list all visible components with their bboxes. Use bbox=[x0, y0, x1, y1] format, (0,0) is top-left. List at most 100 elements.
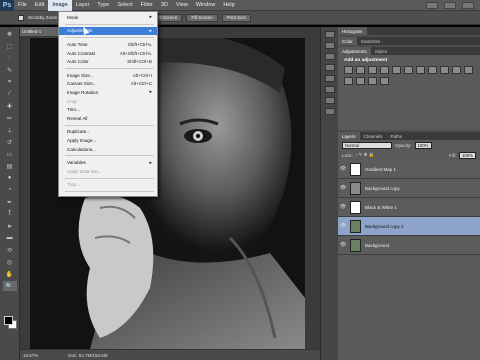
curves-icon[interactable] bbox=[368, 66, 377, 74]
panel-character-icon[interactable] bbox=[324, 75, 335, 82]
layer-row[interactable]: 👁 Background bbox=[338, 236, 480, 255]
visibility-eye-icon[interactable]: 👁 bbox=[338, 204, 348, 210]
clone-stamp-tool-icon[interactable]: ⊥ bbox=[3, 125, 17, 135]
menu-item-adjustments[interactable]: Adjustments ▸ bbox=[59, 26, 157, 36]
gradient-map-icon[interactable] bbox=[368, 77, 377, 85]
vibrance-icon[interactable] bbox=[392, 66, 401, 74]
menu-layer[interactable]: Layer bbox=[72, 0, 94, 11]
crop-tool-icon[interactable]: ⌗ bbox=[3, 77, 17, 87]
color-balance-icon[interactable] bbox=[416, 66, 425, 74]
black-white-icon[interactable] bbox=[428, 66, 437, 74]
channel-mixer-icon[interactable] bbox=[452, 66, 461, 74]
dodge-tool-icon[interactable]: ◔ bbox=[3, 185, 17, 195]
document-tab[interactable]: Untitled-1 bbox=[20, 27, 60, 36]
opacity-field[interactable]: 100% bbox=[414, 141, 432, 149]
panel-paragraph-icon[interactable] bbox=[324, 86, 335, 93]
invert-icon[interactable] bbox=[464, 66, 473, 74]
hand-tool-icon[interactable]: ✋ bbox=[3, 269, 17, 279]
menu-edit[interactable]: Edit bbox=[31, 0, 48, 11]
fill-field[interactable]: 100% bbox=[459, 151, 476, 159]
tab-color[interactable]: Color bbox=[338, 37, 357, 45]
tab-adjustments[interactable]: Adjustments bbox=[338, 47, 371, 55]
panel-history-icon[interactable] bbox=[324, 31, 335, 38]
menu-file[interactable]: File bbox=[14, 0, 31, 11]
print-size-button[interactable]: Print Size bbox=[221, 13, 251, 22]
menu-view[interactable]: View bbox=[172, 0, 192, 11]
tab-layers[interactable]: Layers bbox=[338, 132, 360, 140]
menu-item-canvas-size[interactable]: Canvas Size... Alt+Ctrl+C bbox=[59, 80, 157, 89]
hue-saturation-icon[interactable] bbox=[404, 66, 413, 74]
menu-item-trim[interactable]: Trim... bbox=[59, 105, 157, 114]
3d-rotate-tool-icon[interactable]: ⟲ bbox=[3, 245, 17, 255]
visibility-eye-icon[interactable]: 👁 bbox=[338, 242, 348, 248]
visibility-eye-icon[interactable]: 👁 bbox=[338, 185, 348, 191]
menu-item-analysis[interactable]: Analysis ▸ bbox=[59, 194, 157, 203]
menu-item-auto-contrast[interactable]: Auto Contrast Alt+Shift+Ctrl+L bbox=[59, 49, 157, 58]
eyedropper-tool-icon[interactable]: ⁄ bbox=[3, 89, 17, 99]
menu-select[interactable]: Select bbox=[113, 0, 136, 11]
panel-3d-icon[interactable] bbox=[324, 97, 335, 104]
blur-tool-icon[interactable]: ● bbox=[3, 173, 17, 183]
quick-select-tool-icon[interactable]: ✎ bbox=[3, 65, 17, 75]
move-tool-icon[interactable]: ✥ bbox=[3, 29, 17, 39]
shape-tool-icon[interactable]: ▬ bbox=[3, 233, 17, 243]
menu-item-mode[interactable]: Mode ▸ bbox=[59, 13, 157, 22]
tab-swatches[interactable]: Swatches bbox=[357, 37, 385, 45]
posterize-icon[interactable] bbox=[344, 77, 353, 85]
maximize-button[interactable] bbox=[444, 1, 456, 9]
tab-styles[interactable]: Styles bbox=[371, 47, 391, 55]
levels-icon[interactable] bbox=[356, 66, 365, 74]
zoom-tool-icon[interactable]: 🔍 bbox=[2, 281, 17, 291]
tab-paths[interactable]: Paths bbox=[387, 132, 407, 140]
menu-type[interactable]: Type bbox=[93, 0, 113, 11]
menu-window[interactable]: Window bbox=[192, 0, 220, 11]
minimize-button[interactable] bbox=[426, 1, 438, 9]
healing-brush-tool-icon[interactable]: ✚ bbox=[3, 101, 17, 111]
panel-clone-source-icon[interactable] bbox=[324, 64, 335, 71]
panel-brushes-icon[interactable] bbox=[324, 53, 335, 60]
lock-icons[interactable]: ▫ ✎ ✥ 🔒 bbox=[356, 152, 375, 158]
menu-item-auto-tone[interactable]: Auto Tone Shift+Ctrl+L bbox=[59, 40, 157, 49]
menu-item-apply-image[interactable]: Apply Image... bbox=[59, 136, 157, 145]
menu-item-calculations[interactable]: Calculations... bbox=[59, 145, 157, 154]
menu-help[interactable]: Help bbox=[219, 0, 238, 11]
gradient-tool-icon[interactable]: ▤ bbox=[3, 161, 17, 171]
menu-item-image-rotation[interactable]: Image Rotation ▸ bbox=[59, 88, 157, 97]
threshold-icon[interactable] bbox=[356, 77, 365, 85]
layer-row[interactable]: 👁 Background copy bbox=[338, 179, 480, 198]
path-select-tool-icon[interactable]: ➤ bbox=[3, 221, 17, 231]
menu-item-reveal-all[interactable]: Reveal All bbox=[59, 114, 157, 123]
foreground-color-swatch[interactable] bbox=[4, 316, 13, 325]
menu-image[interactable]: Image bbox=[48, 0, 72, 11]
layer-row[interactable]: 👁 Gradient Map 1 bbox=[338, 160, 480, 179]
menu-filter[interactable]: Filter bbox=[137, 0, 157, 11]
zoom-level[interactable]: 16.67% bbox=[23, 353, 38, 358]
selective-color-icon[interactable] bbox=[380, 77, 389, 85]
exposure-icon[interactable] bbox=[380, 66, 389, 74]
type-tool-icon[interactable]: T bbox=[3, 209, 17, 219]
blend-mode-select[interactable]: Normal bbox=[342, 141, 392, 149]
tab-histogram[interactable]: Histogram bbox=[338, 27, 367, 35]
brush-tool-icon[interactable]: ✏ bbox=[3, 113, 17, 123]
menu-item-duplicate[interactable]: Duplicate... bbox=[59, 128, 157, 137]
menu-3d[interactable]: 3D bbox=[157, 0, 172, 11]
eraser-tool-icon[interactable]: ▭ bbox=[3, 149, 17, 159]
panel-info-icon[interactable] bbox=[324, 108, 335, 115]
close-button[interactable] bbox=[462, 1, 474, 9]
menu-item-variables[interactable]: Variables ▸ bbox=[59, 158, 157, 167]
panel-actions-icon[interactable] bbox=[324, 42, 335, 49]
history-brush-tool-icon[interactable]: ↺ bbox=[3, 137, 17, 147]
scrubby-zoom-checkbox[interactable] bbox=[18, 14, 24, 21]
3d-orbit-tool-icon[interactable]: ◎ bbox=[3, 257, 17, 267]
marquee-tool-icon[interactable]: ⬚ bbox=[3, 41, 17, 51]
menu-item-image-size[interactable]: Image Size... Alt+Ctrl+I bbox=[59, 71, 157, 80]
photo-filter-icon[interactable] bbox=[440, 66, 449, 74]
layer-row[interactable]: 👁 Black & White 1 bbox=[338, 198, 480, 217]
tab-channels[interactable]: Channels bbox=[360, 132, 387, 140]
menu-item-auto-color[interactable]: Auto Color Shift+Ctrl+B bbox=[59, 57, 157, 66]
lasso-tool-icon[interactable]: ◌ bbox=[3, 53, 17, 63]
brightness-contrast-icon[interactable] bbox=[344, 66, 353, 74]
layer-row[interactable]: 👁 Background copy 2 bbox=[338, 217, 480, 236]
visibility-eye-icon[interactable]: 👁 bbox=[338, 166, 348, 172]
pen-tool-icon[interactable]: ✒ bbox=[3, 197, 17, 207]
